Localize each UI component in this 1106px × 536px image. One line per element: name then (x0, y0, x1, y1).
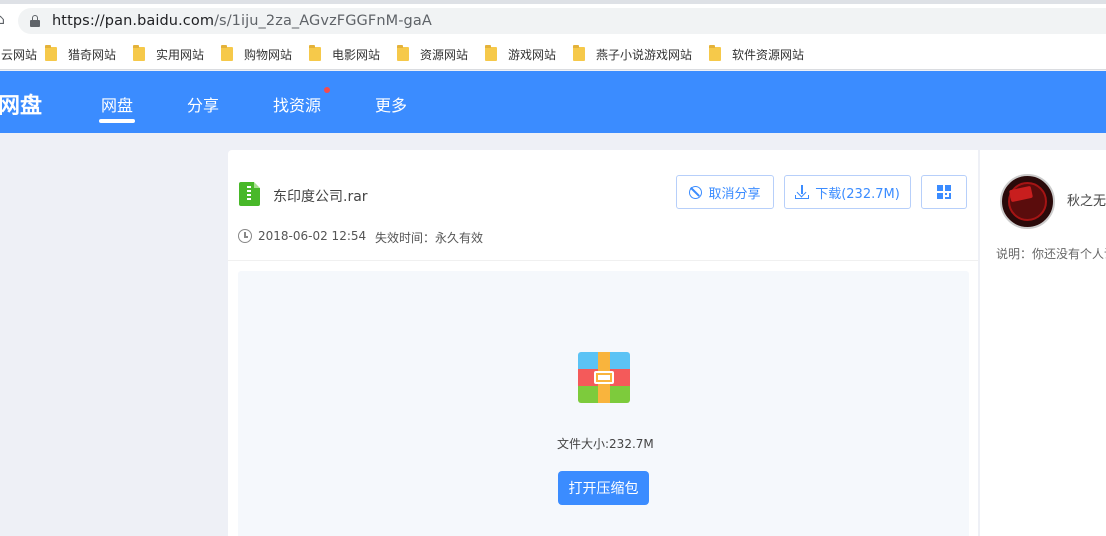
open-archive-button[interactable]: 打开压缩包 (558, 471, 649, 505)
bookmark-item[interactable]: 云网站 (0, 46, 37, 62)
nav-more[interactable]: 更多 (375, 92, 407, 116)
qr-code-button[interactable] (921, 175, 967, 209)
rar-archive-icon (578, 352, 630, 403)
nav-find-resources[interactable]: 找资源 (273, 92, 321, 116)
qr-code-icon (937, 185, 951, 199)
brand-logo[interactable]: 网盘 (0, 88, 42, 120)
site-header: 网盘 网盘 分享 找资源 更多 (0, 71, 1106, 133)
nav-share[interactable]: 分享 (187, 92, 219, 116)
bookmark-item[interactable]: 资源网站 (397, 45, 469, 62)
home-icon[interactable]: ⌂ (0, 12, 5, 28)
folder-icon (309, 45, 321, 61)
cancel-icon (689, 185, 703, 199)
avatar[interactable] (1000, 174, 1055, 229)
sharer-description: 说明：你还没有个人说 (996, 247, 1106, 261)
notification-dot (324, 87, 330, 93)
download-button[interactable]: 下载(232.7M) (784, 175, 911, 209)
bookmark-item[interactable]: 游戏网站 (485, 45, 557, 62)
nav-netdisk[interactable]: 网盘 (101, 92, 133, 116)
folder-icon (133, 45, 145, 61)
folder-icon (221, 45, 233, 61)
nav-active-indicator (99, 119, 135, 123)
sharer-username[interactable]: 秋之无 (1067, 190, 1106, 209)
bookmark-item[interactable]: 猎奇网站 (45, 45, 117, 62)
download-label: 下载(232.7M) (815, 186, 900, 202)
bookmark-item[interactable]: 燕子小说游戏网站 (573, 45, 693, 62)
share-date: 2018-06-02 12:54 (258, 229, 367, 243)
address-bar: ⌂ https://pan.baidu.com/s/1iju_2za_AGvzF… (0, 4, 1106, 36)
bookmark-label: 燕子小说游戏网站 (596, 47, 693, 62)
bookmark-label: 游戏网站 (508, 47, 557, 62)
clock-icon (238, 229, 252, 243)
bookmark-label: 云网站 (1, 47, 38, 62)
lock-icon[interactable] (30, 15, 40, 27)
file-name: 东印度公司.rar (273, 189, 368, 205)
cancel-share-label: 取消分享 (708, 186, 761, 202)
folder-icon (397, 45, 409, 61)
url-text[interactable]: https://pan.baidu.com/s/1iju_2za_AGvzFGG… (52, 13, 432, 29)
folder-icon (573, 45, 585, 61)
file-size: 文件大小:232.7M (557, 437, 654, 451)
expiry-text: 失效时间：永久有效 (375, 231, 484, 245)
bookmark-label: 实用网站 (156, 47, 205, 62)
url-host: https://pan.baidu.com (52, 13, 215, 29)
bookmarks-bar: 云网站 猎奇网站 实用网站 购物网站 电影网站 资源网站 游戏网站 燕子小说游戏… (0, 36, 1106, 70)
card-divider (228, 260, 978, 261)
zip-file-icon (239, 182, 260, 206)
bookmark-item[interactable]: 实用网站 (133, 45, 205, 62)
bookmark-label: 软件资源网站 (732, 47, 805, 62)
cancel-share-button[interactable]: 取消分享 (676, 175, 774, 209)
url-path: /s/1iju_2za_AGvzFGGFnM-gaA (214, 13, 432, 29)
bookmark-item[interactable]: 电影网站 (309, 45, 381, 62)
folder-icon (45, 45, 57, 61)
bookmark-label: 资源网站 (420, 47, 469, 62)
bookmark-label: 猎奇网站 (68, 47, 117, 62)
bookmark-label: 购物网站 (244, 47, 293, 62)
folder-icon (485, 45, 497, 61)
download-icon (795, 185, 810, 199)
bookmark-item[interactable]: 购物网站 (221, 45, 293, 62)
bookmark-label: 电影网站 (332, 47, 381, 62)
folder-icon (709, 45, 721, 61)
bookmark-item[interactable]: 软件资源网站 (709, 45, 805, 62)
